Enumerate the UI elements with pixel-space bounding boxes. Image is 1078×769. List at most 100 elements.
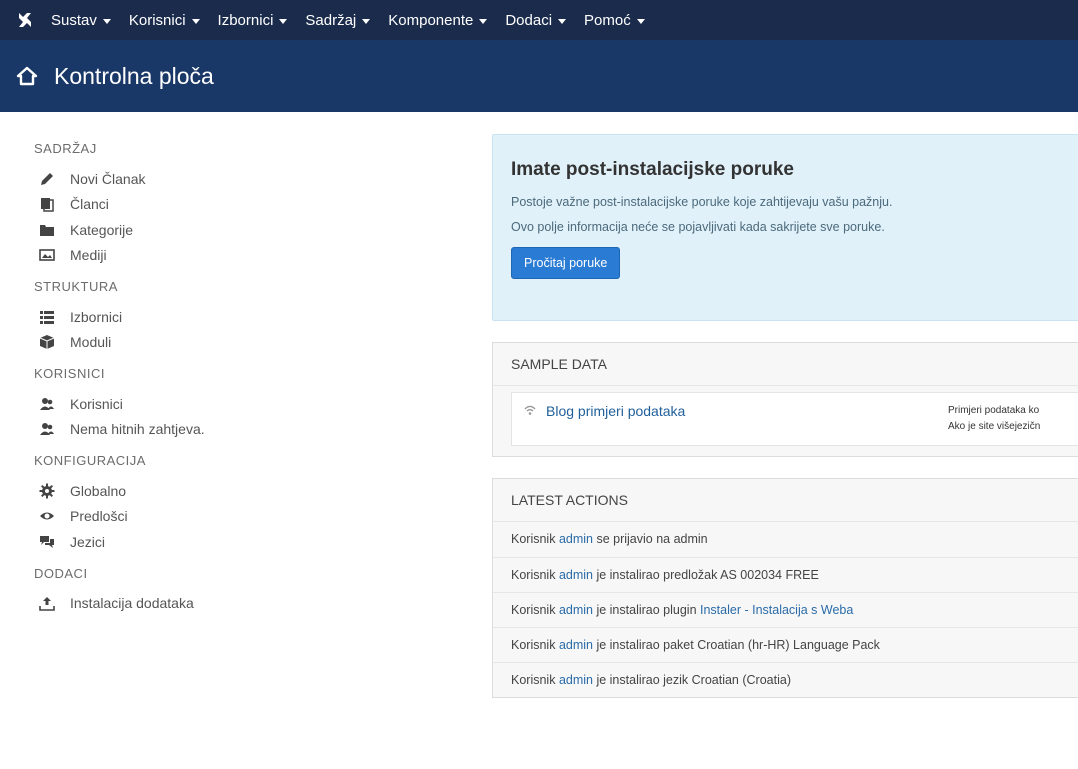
menu-korisnici[interactable]: Korisnici — [120, 0, 209, 40]
caret-down-icon — [191, 18, 200, 24]
list-icon — [38, 308, 56, 326]
page-header: Kontrolna ploča — [0, 40, 1078, 112]
sidebar-item-label: Jezici — [70, 533, 106, 550]
menu-label: Pomoć — [584, 11, 631, 29]
menu-pomoc[interactable]: Pomoć — [575, 0, 654, 40]
sample-data-link[interactable]: Blog primjeri podataka — [524, 403, 685, 445]
action-prefix: Korisnik — [511, 532, 559, 546]
section-heading-struktura: STRUKTURA — [34, 279, 118, 294]
menu-komponente[interactable]: Komponente — [379, 0, 496, 40]
sidebar-item-globalno[interactable]: Globalno — [38, 478, 470, 504]
panel-heading: LATEST ACTIONS — [493, 479, 1078, 522]
user-link[interactable]: admin — [559, 568, 593, 582]
caret-down-icon — [558, 18, 567, 24]
menu-label: Komponente — [388, 11, 474, 29]
action-prefix: Korisnik — [511, 568, 559, 582]
cog-icon — [38, 482, 56, 500]
alert-text-line2: Ovo polje informacija neće se pojavljiva… — [511, 220, 885, 234]
sidebar-item-clanci[interactable]: Članci — [38, 192, 470, 218]
sidebar-item-label: Članci — [70, 196, 109, 213]
latest-actions-panel: LATEST ACTIONS Korisnik admin se prijavi… — [492, 478, 1078, 698]
menu-dodaci[interactable]: Dodaci — [496, 0, 575, 40]
menu-sadrzaj[interactable]: Sadržaj — [296, 0, 379, 40]
action-prefix: Korisnik — [511, 638, 559, 652]
sidebar-item-predlosci[interactable]: Predlošci — [38, 504, 470, 530]
action-row: Korisnik admin je instalirao plugin Inst… — [493, 592, 1078, 627]
nav-list-korisnici: Korisnici Nema hitnih zahtjeva. — [34, 391, 470, 442]
sample-desc-line2: Ako je site višejezičn — [948, 421, 1041, 432]
menu-label: Korisnici — [128, 11, 186, 29]
sample-data-description: Primjeri podataka ko Ako je site višejez… — [948, 403, 1078, 435]
post-install-alert: Imate post-instalacijske poruke Postoje … — [492, 134, 1078, 321]
user-link[interactable]: admin — [559, 532, 593, 546]
sidebar-item-label: Mediji — [70, 247, 107, 264]
alert-text-line1: Postoje važne post-instalacijske poruke … — [511, 195, 893, 209]
page-title: Kontrolna ploča — [54, 62, 214, 89]
caret-down-icon — [279, 18, 288, 24]
action-row: Korisnik admin je instalirao predložak A… — [493, 557, 1078, 592]
sidebar-item-label: Kategorije — [70, 221, 134, 238]
top-navbar: Sustav Korisnici Izbornici Sadržaj Kompo… — [0, 0, 1078, 40]
user-link[interactable]: admin — [559, 603, 593, 617]
sidebar-item-kategorije[interactable]: Kategorije — [38, 217, 470, 243]
eye-icon — [38, 507, 56, 525]
sidebar-item-instalacija-dodataka[interactable]: Instalacija dodataka — [38, 591, 470, 617]
main-content: Imate post-instalacijske poruke Postoje … — [492, 134, 1078, 698]
panel-heading: SAMPLE DATA — [493, 343, 1078, 386]
caret-down-icon — [479, 18, 488, 24]
menu-izbornici[interactable]: Izbornici — [209, 0, 297, 40]
sample-data-item: Blog primjeri podataka Primjeri podataka… — [511, 392, 1078, 446]
sidebar-item-label: Moduli — [70, 334, 112, 351]
read-messages-button[interactable]: Pročitaj poruke — [511, 247, 621, 279]
action-text: se prijavio na admin — [592, 532, 708, 546]
section-heading-konfiguracija: KONFIGURACIJA — [34, 453, 146, 468]
comments-icon — [38, 533, 56, 551]
user-link[interactable]: admin — [559, 638, 593, 652]
action-prefix: Korisnik — [511, 673, 559, 687]
sidebar-item-label: Globalno — [70, 482, 127, 499]
action-text: je instalirao predložak AS 002034 FREE — [592, 568, 819, 582]
sidebar-item-izbornici[interactable]: Izbornici — [38, 304, 470, 330]
sidebar: SADRŽAJ Novi Članak Članci Kategorije Me… — [0, 112, 470, 769]
sidebar-item-korisnici[interactable]: Korisnici — [38, 391, 470, 417]
stack-icon — [38, 195, 56, 213]
sidebar-item-label: Instalacija dodataka — [70, 595, 194, 612]
user-link[interactable]: admin — [559, 673, 593, 687]
alert-title: Imate post-instalacijske poruke — [511, 159, 794, 180]
users-icon — [38, 395, 56, 413]
caret-down-icon — [102, 18, 111, 24]
home-icon — [14, 63, 40, 89]
users-icon — [38, 420, 56, 438]
actions-list: Korisnik admin se prijavio na admin Kori… — [493, 522, 1078, 697]
sidebar-item-label: Novi Članak — [70, 170, 146, 187]
sidebar-item-nema-hitnih-zahtjeva[interactable]: Nema hitnih zahtjeva. — [38, 417, 470, 443]
joomla-logo-icon[interactable] — [8, 0, 42, 40]
sample-desc-line1: Primjeri podataka ko — [948, 405, 1040, 416]
action-text: je instalirao paket Croatian (hr-HR) Lan… — [592, 638, 880, 652]
menu-label: Izbornici — [217, 11, 274, 29]
signal-icon — [524, 405, 536, 417]
plugin-link[interactable]: Instaler - Instalacija s Weba — [700, 603, 853, 617]
sidebar-item-label: Predlošci — [70, 508, 128, 525]
image-icon — [38, 246, 56, 264]
top-menu: Sustav Korisnici Izbornici Sadržaj Kompo… — [42, 0, 654, 40]
nav-list-sadrzaj: Novi Članak Članci Kategorije Mediji — [34, 166, 470, 268]
sidebar-item-jezici[interactable]: Jezici — [38, 529, 470, 555]
sidebar-item-mediji[interactable]: Mediji — [38, 243, 470, 269]
sidebar-item-label: Izbornici — [70, 308, 123, 325]
menu-label: Sadržaj — [305, 11, 357, 29]
pencil-icon — [38, 170, 56, 188]
menu-label: Sustav — [51, 11, 97, 29]
caret-down-icon — [636, 18, 645, 24]
nav-list-struktura: Izbornici Moduli — [34, 304, 470, 355]
section-heading-sadrzaj: SADRŽAJ — [34, 141, 97, 156]
menu-label: Dodaci — [505, 11, 553, 29]
action-row: Korisnik admin je instalirao jezik Croat… — [493, 662, 1078, 697]
upload-icon — [38, 594, 56, 612]
sidebar-item-novi-clanak[interactable]: Novi Članak — [38, 166, 470, 192]
section-heading-dodaci: DODACI — [34, 565, 88, 581]
menu-sustav[interactable]: Sustav — [42, 0, 120, 40]
sidebar-item-label: Korisnici — [70, 395, 123, 412]
cube-icon — [38, 333, 56, 351]
sidebar-item-moduli[interactable]: Moduli — [38, 330, 470, 356]
